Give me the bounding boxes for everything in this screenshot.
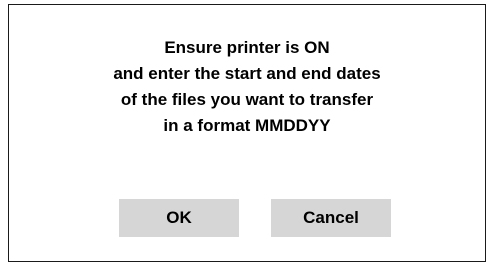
message-line-3: of the files you want to transfer: [120, 90, 374, 109]
dialog-message: Ensure printer is ON and enter the start…: [9, 35, 485, 139]
ok-button[interactable]: OK: [119, 199, 239, 237]
message-line-2: and enter the start and end dates: [113, 64, 381, 83]
dialog-box: Ensure printer is ON and enter the start…: [8, 4, 486, 262]
cancel-button[interactable]: Cancel: [271, 199, 391, 237]
message-line-4: in a format MMDDYY: [163, 116, 331, 135]
message-line-1: Ensure printer is ON: [164, 38, 330, 57]
